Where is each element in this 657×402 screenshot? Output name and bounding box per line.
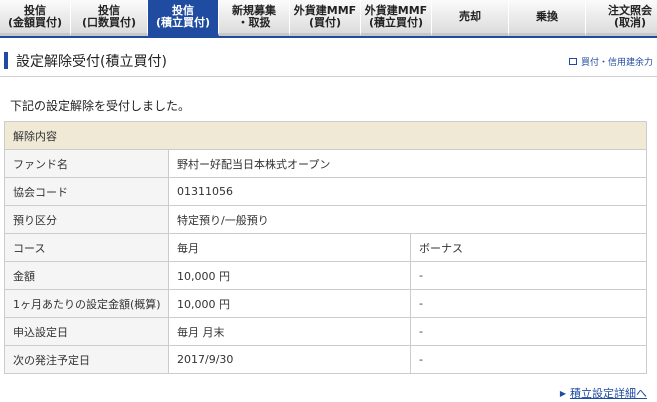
table-row: 金額 10,000 円 -: [4, 261, 647, 290]
tab-order-inquiry[interactable]: 注文照会 (取消): [586, 0, 657, 36]
page-title: 設定解除受付(積立買付): [16, 54, 167, 70]
tab-label: 外貨建MMF: [364, 3, 428, 17]
tab-fund-installment-buy[interactable]: 投信 (積立買付): [148, 0, 219, 36]
section-header-label: 解除内容: [4, 121, 647, 150]
tab-sell[interactable]: 売却: [432, 0, 509, 36]
tab-label: 投信: [98, 3, 120, 17]
title-accent-bar: [4, 52, 8, 69]
tab-fund-units-buy[interactable]: 投信 (口数買付): [71, 0, 148, 36]
table-row: 次の発注予定日 2017/9/30 -: [4, 345, 647, 374]
table-row: 協会コード 01311056: [4, 177, 647, 206]
tab-sublabel: (口数買付): [81, 15, 137, 29]
row-value-monthly: 毎月 月末: [168, 317, 411, 346]
tab-sublabel: (金額買付): [7, 15, 63, 29]
row-label: 1ヶ月あたりの設定金額(概算): [4, 289, 169, 318]
tab-foreign-mmf-installment[interactable]: 外貨建MMF (積立買付): [361, 0, 432, 36]
tab-label: 注文照会: [608, 3, 652, 17]
row-value-monthly: 10,000 円: [168, 261, 411, 290]
row-value: 特定預り/一般預り: [168, 205, 647, 234]
row-label: ファンド名: [4, 149, 169, 178]
arrow-right-icon: ▶: [559, 388, 566, 398]
row-value: 野村ー好配当日本株式オープン: [168, 149, 647, 178]
installment-details-link[interactable]: ▶ 積立設定詳細へ: [560, 385, 647, 401]
row-value-bonus: ボーナス: [410, 233, 647, 262]
tab-sublabel: (取消): [613, 15, 647, 29]
tab-sublabel: (積立買付): [155, 15, 211, 29]
tab-bar: 投信 (金額買付) 投信 (口数買付) 投信 (積立買付) 新規募集 ・取扱 外…: [0, 0, 657, 36]
table-row: 申込設定日 毎月 月末 -: [4, 317, 647, 346]
row-label: コース: [4, 233, 169, 262]
tab-label: 外貨建MMF: [293, 3, 357, 17]
cancellation-details-table: 解除内容 ファンド名 野村ー好配当日本株式オープン 協会コード 01311056…: [4, 121, 647, 374]
row-label: 預り区分: [4, 205, 169, 234]
row-value-bonus: -: [410, 289, 647, 318]
table-row: ファンド名 野村ー好配当日本株式オープン: [4, 149, 647, 178]
tab-label: 投信: [24, 3, 46, 17]
tab-new-offering[interactable]: 新規募集 ・取扱: [219, 0, 290, 36]
tab-label: 投信: [172, 3, 194, 17]
row-value-bonus: -: [410, 261, 647, 290]
tab-label: 乗換: [536, 9, 558, 23]
tab-foreign-mmf-buy[interactable]: 外貨建MMF (買付): [290, 0, 361, 36]
row-value-bonus: -: [410, 317, 647, 346]
table-row: 預り区分 特定預り/一般預り: [4, 205, 647, 234]
tab-switch[interactable]: 乗換: [509, 0, 586, 36]
tab-label: 新規募集: [232, 3, 276, 17]
tab-underline: [0, 36, 657, 38]
tab-fund-amount-buy[interactable]: 投信 (金額買付): [0, 0, 71, 36]
buying-power-link-label: 買付・信用建余力: [580, 58, 653, 68]
window-icon: [568, 58, 577, 65]
row-label: 協会コード: [4, 177, 169, 206]
row-label: 申込設定日: [4, 317, 169, 346]
row-value: 01311056: [168, 177, 647, 206]
tab-sublabel: (買付): [308, 15, 342, 29]
table-row: 1ヶ月あたりの設定金額(概算) 10,000 円 -: [4, 289, 647, 318]
row-value-monthly: 2017/9/30: [168, 345, 411, 374]
table-section-header: 解除内容: [4, 121, 647, 150]
confirmation-message: 下記の設定解除を受付しました。: [10, 99, 191, 113]
row-label: 次の発注予定日: [4, 345, 169, 374]
row-value-monthly: 10,000 円: [168, 289, 411, 318]
tab-sublabel: (積立買付): [368, 15, 424, 29]
installment-details-link-label: 積立設定詳細へ: [570, 387, 647, 400]
row-label: 金額: [4, 261, 169, 290]
row-value-bonus: -: [410, 345, 647, 374]
page-header: 設定解除受付(積立買付) 買付・信用建余力: [0, 46, 657, 77]
table-row: コース 毎月 ボーナス: [4, 233, 647, 262]
row-value-monthly: 毎月: [168, 233, 411, 262]
tab-label: 売却: [459, 9, 481, 23]
tab-sublabel: ・取扱: [237, 15, 271, 29]
buying-power-link[interactable]: 買付・信用建余力: [568, 55, 653, 68]
